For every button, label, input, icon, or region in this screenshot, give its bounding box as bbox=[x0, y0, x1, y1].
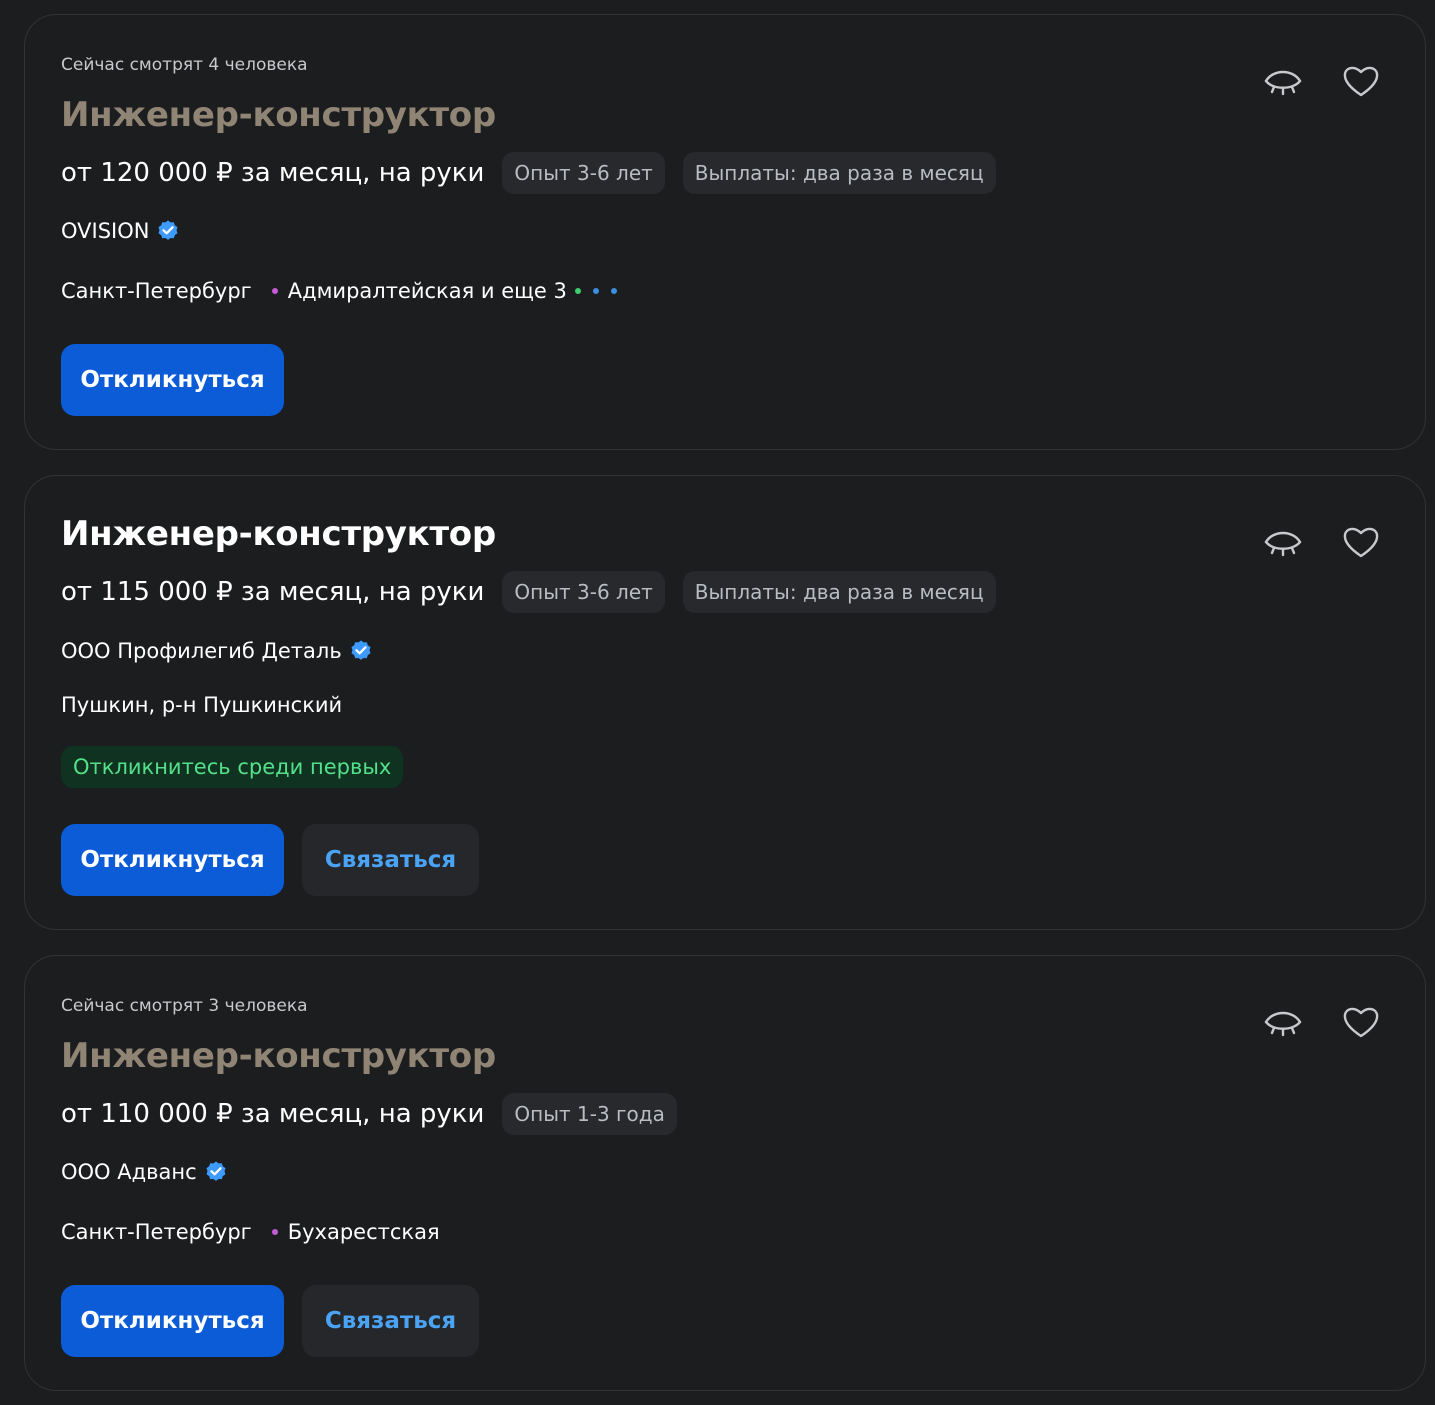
location-row: Пушкин, р-н Пушкинский bbox=[61, 693, 342, 717]
card-actions bbox=[1263, 522, 1381, 562]
salary-row: от 115 000 ₽ за месяц, на руки Опыт 3-6 … bbox=[61, 571, 1014, 613]
closed-eye-icon[interactable] bbox=[1263, 522, 1303, 562]
closed-eye-icon[interactable] bbox=[1263, 1002, 1303, 1042]
company-row: ООО Адванс bbox=[61, 1160, 228, 1184]
verified-icon bbox=[158, 220, 178, 240]
metro-line-dot bbox=[271, 288, 278, 294]
company-name-link[interactable]: OVISION bbox=[61, 219, 149, 243]
location-row: Санкт-Петербург Бухарестская bbox=[61, 1220, 440, 1244]
contact-button[interactable]: Связаться bbox=[302, 1285, 479, 1357]
respond-button[interactable]: Откликнуться bbox=[61, 1285, 284, 1357]
vacancy-card[interactable]: Инженер-конструктор от 115 000 ₽ за меся… bbox=[24, 475, 1426, 930]
metro-station: Бухарестская bbox=[287, 1220, 440, 1244]
vacancy-card[interactable]: Сейчас смотрят 4 человека Инженер-констр… bbox=[24, 14, 1426, 450]
metro-station: Адмиралтейская и еще 3 bbox=[287, 279, 567, 303]
button-row: Откликнуться Связаться bbox=[61, 1285, 497, 1357]
metro-line-dot bbox=[574, 288, 581, 294]
salary-row: от 120 000 ₽ за месяц, на руки Опыт 3-6 … bbox=[61, 152, 1014, 194]
company-name-link[interactable]: ООО Адванс bbox=[61, 1160, 197, 1184]
heart-icon[interactable] bbox=[1341, 522, 1381, 562]
heart-icon[interactable] bbox=[1341, 61, 1381, 101]
verified-icon bbox=[351, 640, 371, 660]
metro-line-dot bbox=[610, 288, 617, 294]
experience-tag: Опыт 3-6 лет bbox=[502, 571, 665, 613]
salary-row: от 110 000 ₽ за месяц, на руки Опыт 1-3 … bbox=[61, 1093, 695, 1135]
respond-button[interactable]: Откликнуться bbox=[61, 344, 284, 416]
payment-tag: Выплаты: два раза в месяц bbox=[682, 152, 996, 194]
button-row: Откликнуться bbox=[61, 344, 302, 416]
viewers-count: Сейчас смотрят 4 человека bbox=[61, 55, 308, 75]
extra-metro-lines bbox=[574, 288, 629, 294]
salary: от 120 000 ₽ за месяц, на руки bbox=[61, 158, 485, 188]
contact-button[interactable]: Связаться bbox=[302, 824, 479, 896]
city: Санкт-Петербург bbox=[61, 279, 252, 303]
button-row: Откликнуться Связаться bbox=[61, 824, 497, 896]
salary: от 115 000 ₽ за месяц, на руки bbox=[61, 577, 485, 607]
closed-eye-icon[interactable] bbox=[1263, 61, 1303, 101]
experience-tag: Опыт 1-3 года bbox=[502, 1093, 677, 1135]
verified-icon bbox=[206, 1161, 226, 1181]
company-name-link[interactable]: ООО Профилегиб Деталь bbox=[61, 639, 342, 663]
city: Санкт-Петербург bbox=[61, 1220, 252, 1244]
card-actions bbox=[1263, 61, 1381, 101]
vacancy-card[interactable]: Сейчас смотрят 3 человека Инженер-констр… bbox=[24, 955, 1426, 1391]
heart-icon[interactable] bbox=[1341, 1002, 1381, 1042]
location-text: Пушкин, р-н Пушкинский bbox=[61, 693, 343, 717]
respond-first-badge: Откликнитесь среди первых bbox=[61, 746, 404, 788]
vacancy-title-link[interactable]: Инженер-конструктор bbox=[61, 95, 496, 135]
metro-line-dot bbox=[592, 288, 599, 294]
respond-button[interactable]: Откликнуться bbox=[61, 824, 284, 896]
experience-tag: Опыт 3-6 лет bbox=[502, 152, 665, 194]
metro-line-dot bbox=[271, 1229, 278, 1235]
company-row: OVISION bbox=[61, 219, 180, 243]
location-row: Санкт-Петербург Адмиралтейская и еще 3 bbox=[61, 279, 629, 303]
salary: от 110 000 ₽ за месяц, на руки bbox=[61, 1099, 485, 1129]
company-row: ООО Профилегиб Деталь bbox=[61, 639, 373, 663]
vacancy-title-link[interactable]: Инженер-конструктор bbox=[61, 514, 496, 554]
vacancy-title-link[interactable]: Инженер-конструктор bbox=[61, 1036, 496, 1076]
payment-tag: Выплаты: два раза в месяц bbox=[682, 571, 996, 613]
viewers-count: Сейчас смотрят 3 человека bbox=[61, 996, 308, 1016]
card-actions bbox=[1263, 1002, 1381, 1042]
